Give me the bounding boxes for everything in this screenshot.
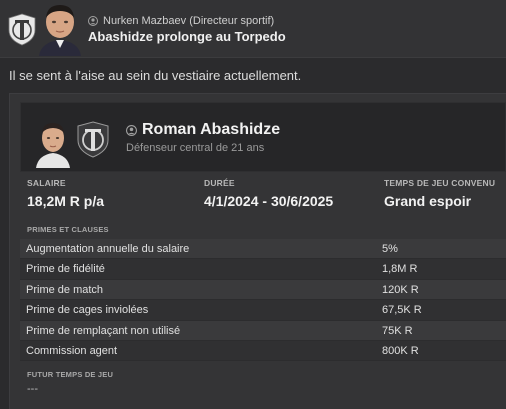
player-description: Défenseur central de 21 ans [126,142,265,154]
clause-name: Prime de match [26,283,104,296]
club-badge-icon[interactable] [7,13,37,46]
player-name-line: Roman Abashidze [126,121,280,139]
clause-row: Prime de remplaçant non utilisé 75K R [20,320,506,341]
clause-name: Augmentation annuelle du salaire [26,243,190,255]
clause-row: Augmentation annuelle du salaire 5% [20,239,506,260]
message-subject: Abashidze prolonge au Torpedo [88,29,286,44]
staff-avatar[interactable] [37,2,83,56]
clause-row: Prime de match 120K R [20,279,506,301]
person-icon [88,16,98,26]
clause-value: 1,8M R [382,263,418,276]
duration-label: DURÉE [204,178,235,188]
player-name[interactable]: Roman Abashidze [142,121,280,139]
salary-value: 18,2M R p/a [27,193,105,209]
clause-name: Prime de cages inviolées [26,304,149,317]
club-badge-icon[interactable] [76,121,110,158]
clause-value: 75K R [382,324,413,337]
playtime-value: Grand espoir [384,193,472,209]
clauses-section-label: PRIMES ET CLAUSES [27,225,109,234]
person-icon [126,124,137,136]
clause-value: 5% [382,243,398,255]
clause-row: Commission agent 800K R [20,340,506,362]
clause-row: Prime de cages inviolées 67,5K R [20,300,506,321]
clause-name: Prime de remplaçant non utilisé [26,324,181,337]
clause-value: 67,5K R [382,304,422,317]
clause-name: Commission agent [26,344,118,357]
sender-name[interactable]: Nurken Mazbaev (Directeur sportif) [103,15,274,27]
future-playtime-value: --- [27,383,38,395]
salary-label: SALAIRE [27,178,66,188]
future-playtime-label: FUTUR TEMPS DE JEU [27,370,114,379]
clauses-table: Augmentation annuelle du salaire 5% Prim… [20,239,506,362]
clause-value: 120K R [382,283,419,296]
sender-line: Nurken Mazbaev (Directeur sportif) [88,14,274,28]
message-intro: Il se sent à l'aise au sein du vestiaire… [9,68,302,83]
clause-name: Prime de fidélité [26,263,105,276]
player-avatar[interactable] [33,120,73,168]
playtime-label: TEMPS DE JEU CONVENU [384,178,496,188]
message-header: Nurken Mazbaev (Directeur sportif) Abash… [0,0,506,58]
clause-row: Prime de fidélité 1,8M R [20,259,506,280]
clause-value: 800K R [382,344,419,357]
duration-value: 4/1/2024 - 30/6/2025 [204,193,334,209]
